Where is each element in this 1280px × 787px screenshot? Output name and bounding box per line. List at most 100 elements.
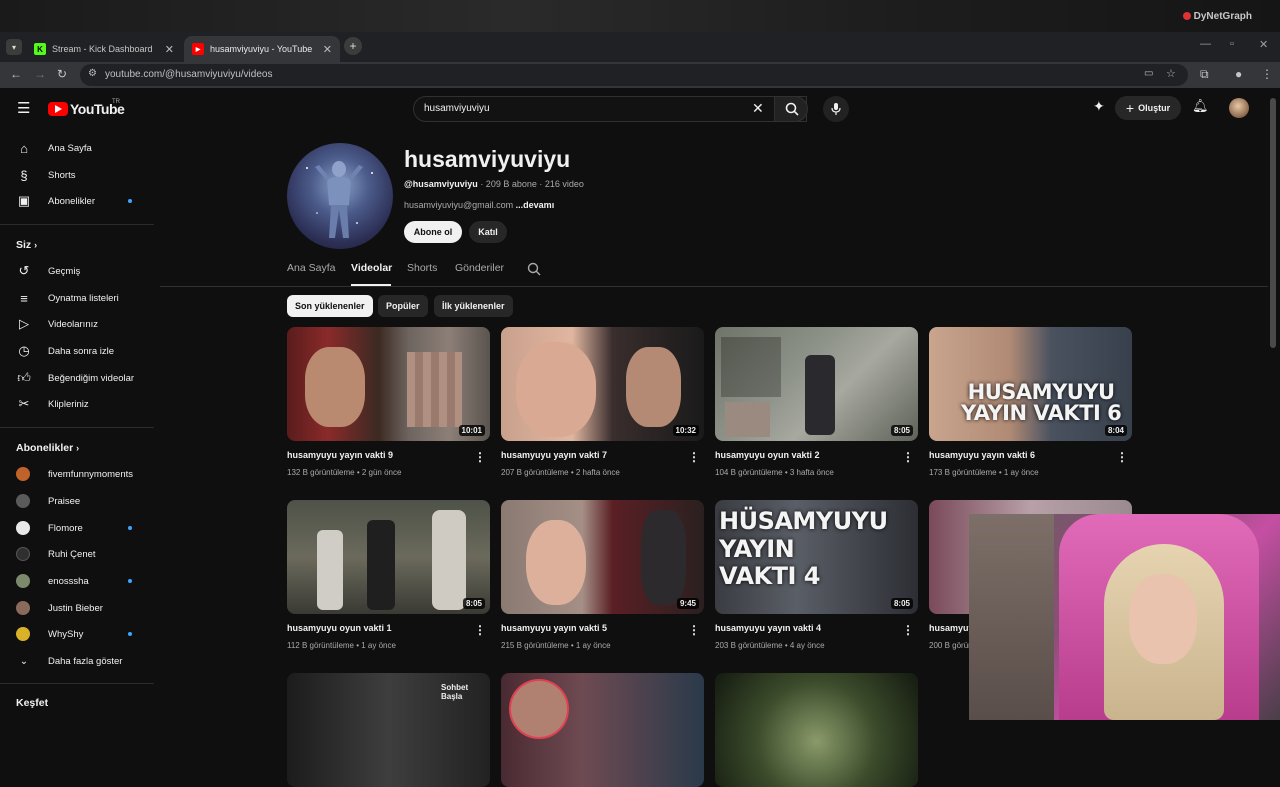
tab-videos[interactable]: Videolar xyxy=(351,262,392,274)
close-tab-icon[interactable]: ✕ xyxy=(165,43,174,56)
join-button[interactable]: Katıl xyxy=(469,221,507,243)
video-card[interactable]: Sohbet Başla xyxy=(287,673,490,787)
more-link[interactable]: ...devamı xyxy=(516,200,555,210)
thumbnail-character xyxy=(432,510,466,610)
bookmark-star-icon[interactable]: ☆ xyxy=(1166,67,1176,80)
search-input[interactable]: husamviyuviyu ✕ xyxy=(413,96,807,122)
site-info-icon[interactable]: ⚙ xyxy=(88,68,97,79)
tab-posts[interactable]: Gönderiler xyxy=(455,262,504,274)
sidebar-item-your-videos[interactable]: ▷ Videolarınız xyxy=(16,312,144,336)
more-options-icon[interactable]: ⋮ xyxy=(1116,450,1128,464)
sidebar-item-clips[interactable]: ✂ Klipleriniz xyxy=(16,392,144,416)
subscriptions-section-title[interactable]: Abonelikler › xyxy=(16,442,79,454)
voice-search-button[interactable] xyxy=(823,96,849,122)
new-tab-button[interactable]: + xyxy=(344,37,362,55)
video-thumbnail[interactable]: 8:05 xyxy=(287,500,490,614)
video-title[interactable]: husamyuyu yayın vakti 6 xyxy=(929,450,1035,460)
more-options-icon[interactable]: ⋮ xyxy=(902,450,914,464)
video-title[interactable]: husamyuyu yayın vakti 7 xyxy=(501,450,607,460)
sidebar-sub-item[interactable]: Flomore xyxy=(16,516,144,540)
back-icon[interactable]: ← xyxy=(10,67,22,81)
video-thumbnail[interactable]: 9:45 xyxy=(501,500,704,614)
video-title[interactable]: husamyuyu yayın vakti 4 xyxy=(715,623,821,633)
tab-search-icon[interactable]: ▾ xyxy=(6,39,22,55)
video-thumbnail[interactable]: 8:05 xyxy=(715,327,918,441)
url-field[interactable]: ⚙ youtube.com/@husamviyuviyu/videos ▭ ☆ xyxy=(80,64,1188,86)
sidebar-item-history[interactable]: ↺ Geçmiş xyxy=(16,259,144,283)
maximize-icon[interactable]: ▫ xyxy=(1230,38,1234,50)
sidebar-sub-item[interactable]: Praisee xyxy=(16,489,144,513)
video-card[interactable]: 10:01 husamyuyu yayın vakti 9 132 B görü… xyxy=(287,327,490,477)
more-options-icon[interactable]: ⋮ xyxy=(474,623,486,637)
profile-icon[interactable]: ● xyxy=(1235,67,1242,81)
video-title[interactable]: husamyuyu yayın vakti 5 xyxy=(501,623,607,633)
thumbnail-face-left xyxy=(526,520,586,605)
search-button[interactable] xyxy=(774,96,808,122)
video-card[interactable]: 8:05 husamyuyu oyun vakti 2 104 B görünt… xyxy=(715,327,918,477)
notifications-bell-icon[interactable]: 🔔︎ xyxy=(1192,98,1209,114)
video-thumbnail[interactable]: HUSAMYUYU YAYIN VAKTI 6 8:04 xyxy=(929,327,1132,441)
tab-shorts[interactable]: Shorts xyxy=(407,262,437,274)
channel-description[interactable]: husamviyuviyu@gmail.com ...devamı xyxy=(404,200,554,210)
chip-oldest[interactable]: İlk yüklenenler xyxy=(434,295,513,317)
channel-handle: @husamviyuviyu xyxy=(404,179,478,189)
video-thumbnail[interactable]: Sohbet Başla xyxy=(287,673,490,787)
create-button[interactable]: + Oluştur xyxy=(1115,96,1181,120)
video-card[interactable]: HUSAMYUYU YAYIN VAKTI 6 8:04 husamyuyu y… xyxy=(929,327,1132,477)
extensions-icon[interactable]: ⧉ xyxy=(1200,67,1209,82)
hamburger-menu-icon[interactable]: ☰ xyxy=(17,99,30,117)
video-card[interactable]: 9:45 husamyuyu yayın vakti 5 215 B görün… xyxy=(501,500,704,650)
you-section-title[interactable]: Siz › xyxy=(16,239,37,251)
page-scrollbar[interactable] xyxy=(1270,98,1276,348)
channel-avatar[interactable] xyxy=(287,143,393,249)
video-title[interactable]: husamyuyu oyun vakti 2 xyxy=(715,450,820,460)
show-more-button[interactable]: ⌄ Daha fazla göster xyxy=(16,649,144,673)
tab-home[interactable]: Ana Sayfa xyxy=(287,262,335,274)
clear-search-icon[interactable]: ✕ xyxy=(752,100,764,117)
browser-menu-icon[interactable]: ⋮ xyxy=(1261,67,1273,81)
sidebar-item-subscriptions[interactable]: ▣ Abonelikler xyxy=(16,189,144,213)
video-card[interactable] xyxy=(715,673,918,787)
more-options-icon[interactable]: ⋮ xyxy=(688,623,700,637)
channel-search-icon[interactable] xyxy=(527,262,541,276)
sidebar-sub-item[interactable]: WhyShy xyxy=(16,622,144,646)
sidebar-item-shorts[interactable]: § Shorts xyxy=(16,163,144,187)
sidebar-item-playlists[interactable]: ≡ Oynatma listeleri xyxy=(16,286,144,310)
account-avatar[interactable] xyxy=(1229,98,1249,118)
forward-icon[interactable]: → xyxy=(34,67,46,81)
youtube-logo[interactable]: YouTube TR xyxy=(48,99,125,117)
browser-tab-youtube[interactable]: ▶ husamviyuviyu - YouTube ✕ xyxy=(184,36,340,62)
video-title[interactable]: husamyuyu oyun vakti 1 xyxy=(287,623,392,633)
install-app-icon[interactable]: ▭ xyxy=(1144,68,1153,79)
chip-latest[interactable]: Son yüklenenler xyxy=(287,295,373,317)
video-title[interactable]: husamyuyu yayın vakti 9 xyxy=(287,450,393,460)
sidebar-sub-item[interactable]: Ruhi Çenet xyxy=(16,542,144,566)
more-options-icon[interactable]: ⋮ xyxy=(688,450,700,464)
sidebar-item-watch-later[interactable]: ◷ Daha sonra izle xyxy=(16,339,144,363)
reload-icon[interactable]: ↻ xyxy=(57,67,67,81)
sidebar-item-home[interactable]: ⌂ Ana Sayfa xyxy=(16,136,144,160)
chip-popular[interactable]: Popüler xyxy=(378,295,428,317)
sidebar-item-liked[interactable]: 👍︎ Beğendiğim videolar xyxy=(16,366,144,390)
sidebar-sub-item[interactable]: Justin Bieber xyxy=(16,596,144,620)
video-card[interactable] xyxy=(501,673,704,787)
video-title[interactable]: husamyuy xyxy=(929,623,974,633)
video-thumbnail[interactable]: 10:01 xyxy=(287,327,490,441)
more-options-icon[interactable]: ⋮ xyxy=(474,450,486,464)
more-options-icon[interactable]: ⋮ xyxy=(902,623,914,637)
browser-tab-kick[interactable]: K Stream - Kick Dashboard ✕ xyxy=(26,36,182,62)
subscribe-button[interactable]: Abone ol xyxy=(404,221,462,243)
video-card[interactable]: HÜSAMYUYU YAYIN VAKTI 4 8:05 husamyuyu y… xyxy=(715,500,918,650)
video-thumbnail[interactable] xyxy=(715,673,918,787)
sidebar-sub-item[interactable]: fivemfunnymoments xyxy=(16,462,144,486)
minimize-icon[interactable]: — xyxy=(1200,38,1211,50)
video-thumbnail[interactable] xyxy=(501,673,704,787)
video-card[interactable]: 10:32 husamyuyu yayın vakti 7 207 B görü… xyxy=(501,327,704,477)
video-card[interactable]: 8:05 husamyuyu oyun vakti 1 112 B görünt… xyxy=(287,500,490,650)
studio-sparkle-icon[interactable]: ✦ xyxy=(1093,98,1105,115)
window-close-icon[interactable]: ✕ xyxy=(1259,38,1268,51)
video-thumbnail[interactable]: 10:32 xyxy=(501,327,704,441)
close-tab-icon[interactable]: ✕ xyxy=(323,43,332,56)
sidebar-sub-item[interactable]: enosssha xyxy=(16,569,144,593)
video-thumbnail[interactable]: HÜSAMYUYU YAYIN VAKTI 4 8:05 xyxy=(715,500,918,614)
